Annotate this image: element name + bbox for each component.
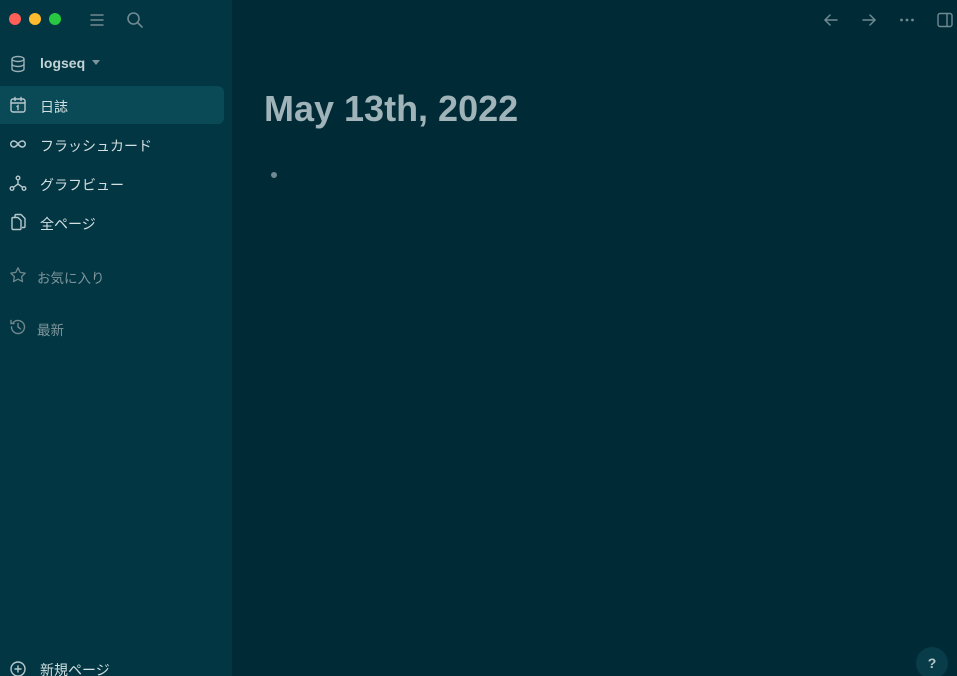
window-controls: [9, 13, 61, 25]
main-content: May 13th, 2022 ?: [232, 0, 957, 676]
zoom-window-button[interactable]: [49, 13, 61, 25]
right-sidebar-icon[interactable]: [935, 10, 955, 30]
back-arrow-icon[interactable]: [821, 10, 841, 30]
recent-section[interactable]: 最新: [0, 312, 224, 342]
sidebar-item-label: 全ページ: [40, 217, 96, 233]
recent-label: 最新: [37, 323, 64, 339]
star-icon: [8, 265, 28, 285]
search-icon[interactable]: [125, 10, 145, 30]
new-page-label: 新規ページ: [40, 663, 110, 676]
chevron-down-icon: [92, 60, 100, 65]
sidebar-item-flashcards[interactable]: フラッシュカード: [0, 125, 224, 163]
page-title[interactable]: May 13th, 2022: [264, 88, 518, 130]
history-icon: [8, 317, 28, 337]
sidebar-item-label: 日誌: [40, 100, 68, 116]
menu-icon[interactable]: [87, 10, 107, 30]
app-window: logseq 日誌 フラッシュカード グラフビュー 全ページ お気に入り 最新 …: [0, 0, 957, 676]
minimize-window-button[interactable]: [29, 13, 41, 25]
left-sidebar: logseq 日誌 フラッシュカード グラフビュー 全ページ お気に入り 最新 …: [0, 0, 232, 676]
favorites-section[interactable]: お気に入り: [0, 260, 224, 290]
pages-icon: [8, 212, 28, 232]
new-page-button[interactable]: 新規ページ: [0, 656, 224, 676]
favorites-label: お気に入り: [37, 271, 105, 287]
forward-arrow-icon[interactable]: [859, 10, 879, 30]
graph-icon: [8, 173, 28, 193]
sidebar-item-all-pages[interactable]: 全ページ: [0, 203, 224, 241]
graph-name: logseq: [40, 55, 86, 71]
database-icon: [8, 54, 28, 74]
sidebar-item-label: フラッシュカード: [40, 139, 152, 155]
graph-selector[interactable]: logseq: [0, 50, 232, 78]
sidebar-item-journals[interactable]: 日誌: [0, 86, 224, 124]
more-icon[interactable]: [897, 10, 917, 30]
infinity-icon: [8, 134, 28, 154]
calendar-icon: [8, 95, 28, 115]
help-button[interactable]: ?: [916, 647, 948, 676]
block-bullet[interactable]: [271, 172, 277, 178]
sidebar-item-label: グラフビュー: [40, 178, 124, 194]
sidebar-item-graph-view[interactable]: グラフビュー: [0, 164, 224, 202]
plus-circle-icon: [8, 659, 28, 676]
close-window-button[interactable]: [9, 13, 21, 25]
